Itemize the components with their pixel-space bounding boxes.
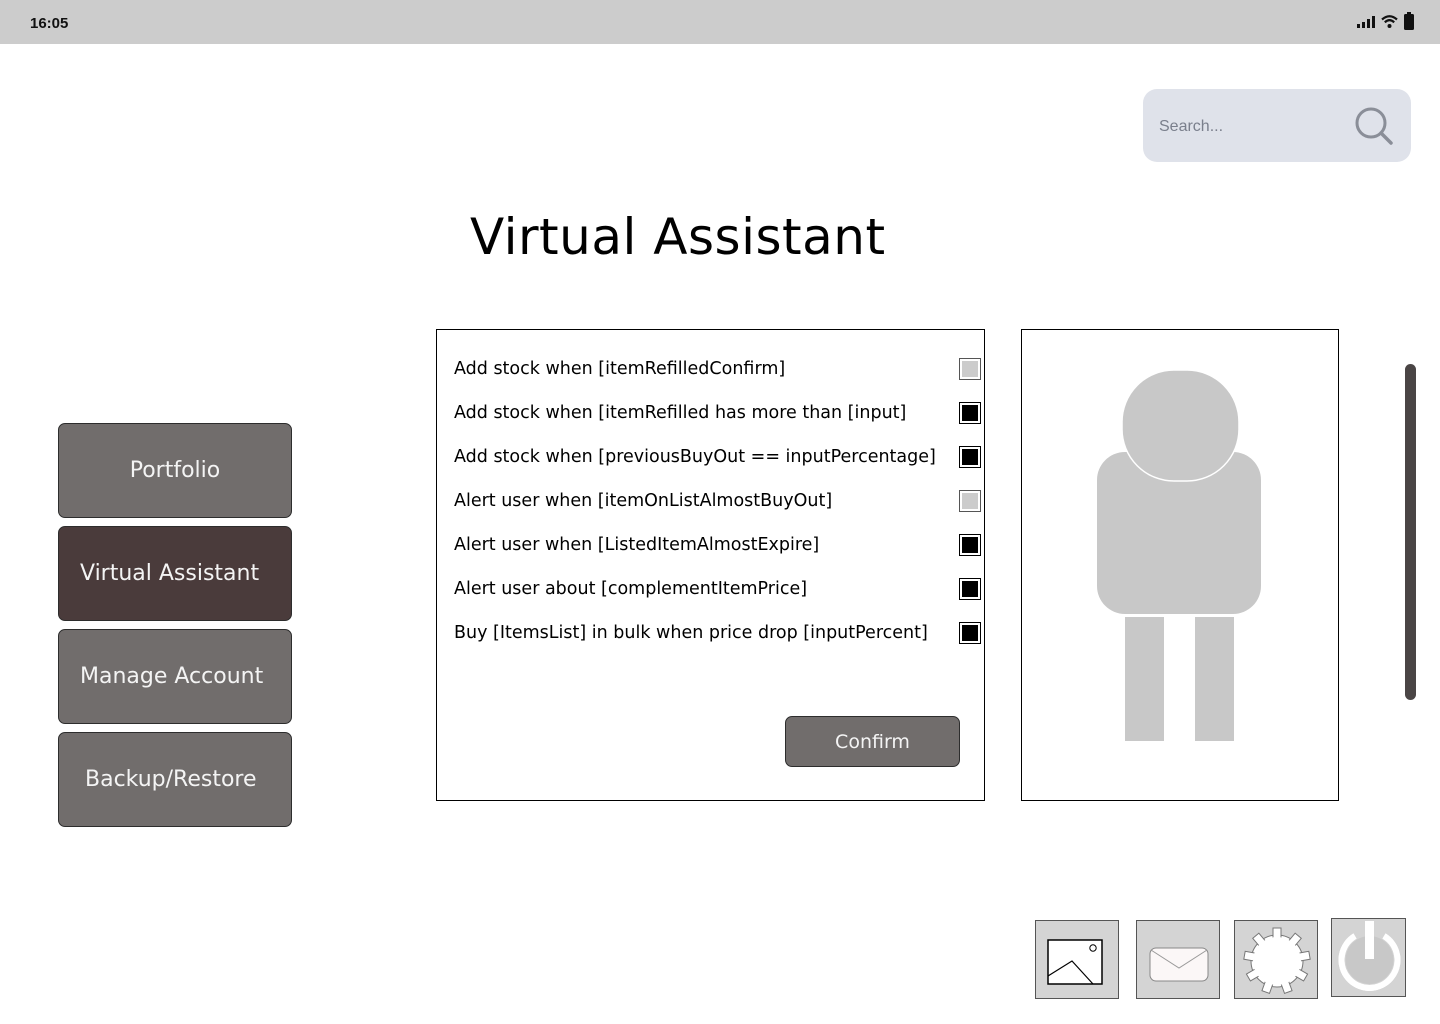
avatar-panel <box>1021 329 1339 801</box>
sidebar-item-virtual-assistant[interactable]: Virtual Assistant <box>58 526 292 621</box>
option-label: Add stock when [previousBuyOut == inputP… <box>454 447 936 467</box>
image-button[interactable] <box>1035 920 1119 999</box>
option-row: Alert user when [ListedItemAlmostExpire] <box>454 531 984 561</box>
sidebar-item-manage-account[interactable]: Manage Account <box>58 629 292 724</box>
sidebar-item-label: Backup/Restore <box>85 767 257 792</box>
vertical-scrollbar[interactable] <box>1405 364 1416 700</box>
status-icons <box>1357 12 1414 35</box>
option-label: Buy [ItemsList] in bulk when price drop … <box>454 623 928 643</box>
option-row: Add stock when [itemRefilled has more th… <box>454 399 984 429</box>
option-checkbox[interactable] <box>959 358 981 380</box>
option-row: Add stock when [previousBuyOut == inputP… <box>454 443 984 473</box>
settings-gear-icon <box>1243 927 1311 995</box>
search-input[interactable] <box>1157 111 1351 143</box>
option-checkbox[interactable] <box>959 446 981 468</box>
settings-button[interactable] <box>1234 920 1318 999</box>
option-row: Add stock when [itemRefilledConfirm] <box>454 355 984 385</box>
search-icon[interactable] <box>1354 106 1394 146</box>
sidebar-item-label: Manage Account <box>80 664 264 689</box>
page-title: Virtual Assistant <box>470 208 886 266</box>
option-row: Alert user when [itemOnListAlmostBuyOut] <box>454 487 984 517</box>
mail-button[interactable] <box>1136 920 1220 999</box>
status-time: 16:05 <box>30 15 69 32</box>
mail-icon <box>1149 947 1209 982</box>
power-icon <box>1338 921 1401 991</box>
option-row: Alert user about [complementItemPrice] <box>454 575 984 605</box>
search-box <box>1143 89 1411 162</box>
option-checkbox[interactable] <box>959 622 981 644</box>
option-label: Alert user when [itemOnListAlmostBuyOut] <box>454 491 833 511</box>
option-checkbox[interactable] <box>959 402 981 424</box>
status-bar: 16:05 <box>0 0 1440 44</box>
battery-icon <box>1404 12 1414 35</box>
option-row: Buy [ItemsList] in bulk when price drop … <box>454 619 984 649</box>
assistant-options-panel: Add stock when [itemRefilledConfirm] Add… <box>436 329 985 801</box>
option-label: Alert user when [ListedItemAlmostExpire] <box>454 535 820 555</box>
sidebar-item-backup-restore[interactable]: Backup/Restore <box>58 732 292 827</box>
option-checkbox[interactable] <box>959 490 981 512</box>
option-label: Alert user about [complementItemPrice] <box>454 579 808 599</box>
power-button[interactable] <box>1331 918 1406 997</box>
option-label: Add stock when [itemRefilledConfirm] <box>454 359 786 379</box>
sidebar-item-label: Virtual Assistant <box>80 561 260 586</box>
option-checkbox[interactable] <box>959 578 981 600</box>
confirm-button[interactable]: Confirm <box>785 716 960 767</box>
wifi-icon <box>1381 14 1398 33</box>
sidebar-item-label: Portfolio <box>129 458 221 483</box>
signal-icon <box>1357 15 1375 33</box>
image-icon <box>1047 939 1103 985</box>
page: 16:05 Search... Virtual Assistant Portfo… <box>0 0 1440 1024</box>
option-label: Add stock when [itemRefilled has more th… <box>454 403 907 423</box>
sidebar-item-portfolio[interactable]: Portfolio <box>58 423 292 518</box>
option-checkbox[interactable] <box>959 534 981 556</box>
person-placeholder-icon <box>1097 369 1261 741</box>
